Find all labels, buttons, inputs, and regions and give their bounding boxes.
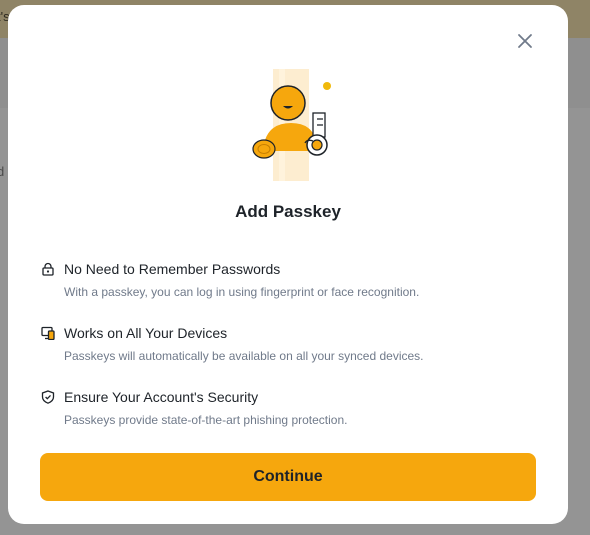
add-passkey-modal: Add Passkey No Need to Remember Password… [8,5,568,524]
feature-title: No Need to Remember Passwords [64,261,281,277]
passkey-illustration [252,69,331,181]
devices-icon [41,326,55,340]
feature-description: Passkeys will automatically be available… [64,349,424,363]
lock-icon [42,262,54,276]
background-side-text: d [0,164,5,179]
continue-button[interactable]: Continue [40,453,536,501]
close-icon[interactable] [516,32,534,50]
feature-description: With a passkey, you can log in using fin… [64,285,420,299]
feature-title: Ensure Your Account's Security [64,389,259,405]
feature-title: Works on All Your Devices [64,325,228,341]
modal-title: Add Passkey [235,202,341,221]
shield-icon [41,390,55,404]
feature-description: Passkeys provide state-of-the-art phishi… [64,413,348,427]
